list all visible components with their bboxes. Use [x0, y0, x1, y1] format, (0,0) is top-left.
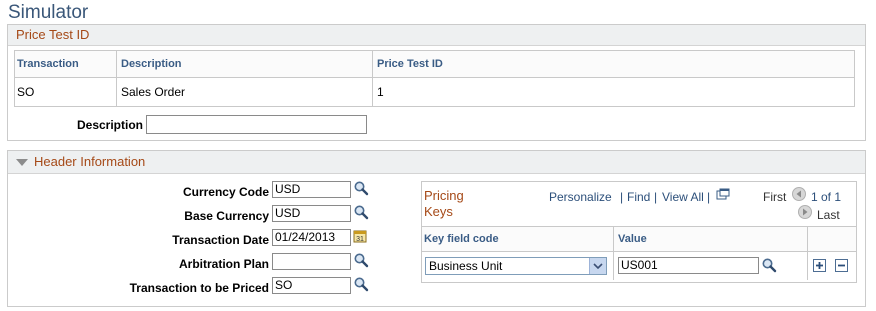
key-field-code-value: Business Unit	[429, 259, 503, 273]
pricing-key-value-field[interactable]	[618, 257, 759, 274]
pricing-keys-title-line1: Pricing	[424, 188, 464, 203]
col-value: Value	[618, 233, 647, 245]
calendar-icon[interactable]: 31	[353, 229, 367, 243]
price-test-section: Price Test ID Transaction Description Pr…	[7, 24, 866, 141]
last-label: Last	[817, 208, 840, 222]
arbitration-plan-field[interactable]	[272, 253, 351, 270]
header-information-header[interactable]: Header Information	[8, 151, 865, 174]
description-label: Description	[76, 118, 143, 132]
delete-row-button[interactable]	[835, 259, 848, 272]
page-info: 1 of 1	[811, 190, 842, 204]
col-key-field-code: Key field code	[424, 233, 499, 245]
collapse-triangle-icon[interactable]	[16, 159, 28, 166]
price-test-grid-header: Transaction Description Price Test ID	[15, 51, 854, 78]
price-test-title: Price Test ID	[16, 27, 90, 42]
add-row-button[interactable]	[813, 259, 826, 272]
grid-divider	[807, 226, 808, 280]
pricing-keys-grid-header: Key field code Value	[422, 226, 856, 252]
col-description: Description	[121, 58, 182, 70]
pricing-keys-title: Pricing Keys	[424, 188, 464, 220]
key-field-code-select[interactable]: Business Unit	[425, 257, 607, 275]
personalize-link[interactable]: Personalize	[549, 190, 612, 204]
grid-divider	[116, 51, 117, 106]
magnifier-icon[interactable]	[353, 180, 369, 196]
grid-divider	[613, 226, 614, 280]
transaction-to-price-label: Transaction to be Priced	[129, 281, 269, 295]
minus-icon	[838, 264, 845, 267]
magnifier-icon[interactable]	[353, 276, 369, 292]
header-information-section: Header Information Currency Code Base Cu…	[7, 150, 866, 307]
col-price-test-id: Price Test ID	[377, 58, 443, 70]
header-information-title[interactable]: Header Information	[34, 151, 145, 173]
svg-text:31: 31	[356, 236, 364, 243]
plus-icon	[816, 262, 823, 269]
chevron-down-icon[interactable]	[589, 258, 606, 274]
first-label: First	[763, 190, 787, 204]
description-field[interactable]	[146, 115, 367, 134]
previous-arrow-icon[interactable]	[792, 187, 806, 201]
link-separator: |	[654, 190, 658, 204]
cell-price-test-id: 1	[377, 85, 384, 99]
magnifier-icon[interactable]	[353, 204, 369, 220]
view-all-link[interactable]: View All	[662, 190, 704, 204]
cell-transaction: SO	[17, 85, 35, 99]
price-test-grid: Transaction Description Price Test ID SO…	[14, 50, 855, 107]
base-currency-label: Base Currency	[184, 209, 269, 223]
base-currency-field[interactable]	[272, 205, 351, 222]
link-separator: |	[707, 190, 711, 204]
cell-description: Sales Order	[121, 85, 186, 99]
magnifier-icon[interactable]	[353, 252, 369, 268]
link-separator: |	[620, 190, 624, 204]
currency-code-label: Currency Code	[182, 185, 269, 199]
grid-divider	[372, 51, 373, 106]
find-link[interactable]: Find	[627, 190, 650, 204]
next-arrow-icon[interactable]	[798, 205, 812, 219]
transaction-date-field[interactable]	[272, 229, 351, 246]
magnifier-icon[interactable]	[761, 257, 777, 273]
transaction-to-price-field[interactable]	[272, 277, 351, 294]
arbitration-plan-label: Arbitration Plan	[178, 257, 269, 271]
currency-code-field[interactable]	[272, 181, 351, 198]
new-window-icon[interactable]	[716, 188, 730, 200]
pricing-keys-title-line2: Keys	[424, 204, 453, 219]
col-transaction: Transaction	[17, 58, 79, 70]
price-test-header: Price Test ID	[8, 25, 865, 46]
pricing-keys-grid: Pricing Keys Personalize | Find | View A…	[421, 181, 857, 283]
transaction-date-label: Transaction Date	[172, 233, 269, 247]
page-title: Simulator	[8, 2, 89, 23]
